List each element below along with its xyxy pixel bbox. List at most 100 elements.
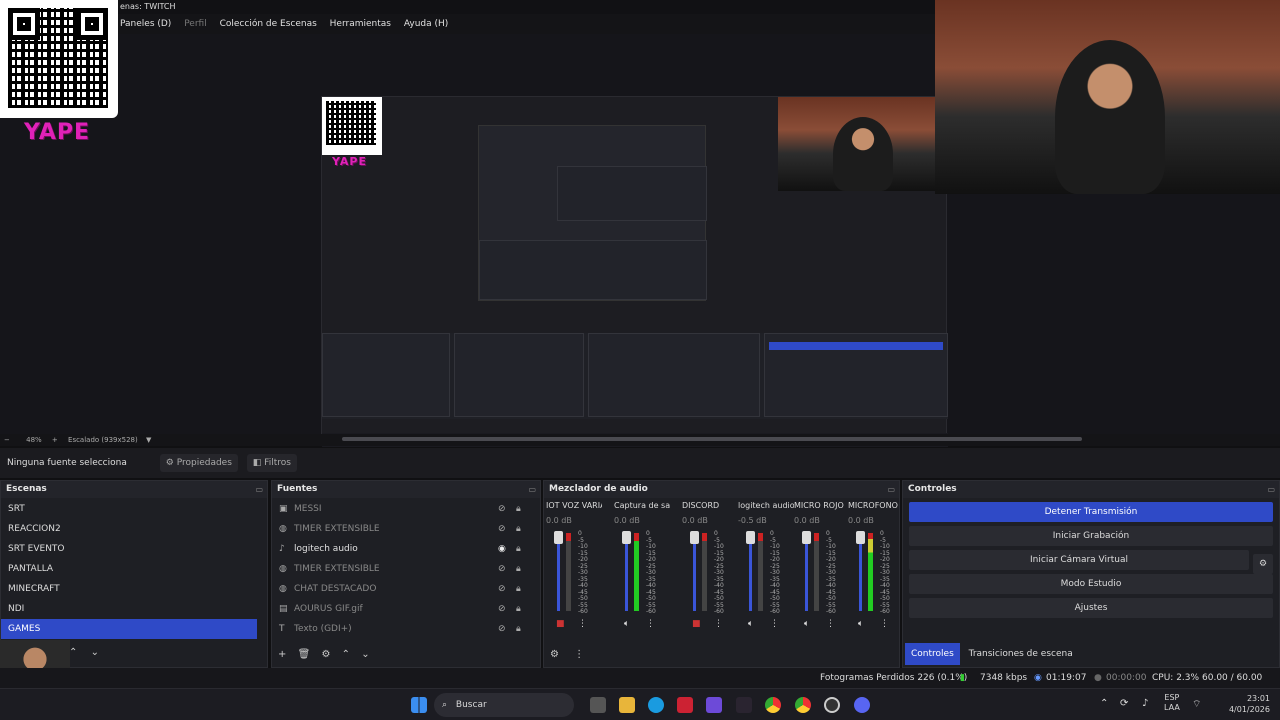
- scene-item[interactable]: SRT: [1, 499, 257, 519]
- app-icon[interactable]: [706, 697, 722, 713]
- speaker-icon[interactable]: 🔈︎: [804, 619, 809, 629]
- eye-off-icon[interactable]: ⊘: [498, 619, 506, 639]
- move-up-icon[interactable]: ⌃: [69, 647, 77, 658]
- settings-button[interactable]: Ajustes: [909, 598, 1273, 618]
- stop-stream-button[interactable]: Detener Transmisión: [909, 502, 1273, 522]
- edge-icon[interactable]: [648, 697, 664, 713]
- slider-knob[interactable]: [622, 531, 631, 544]
- chevron-down-icon[interactable]: ▼: [146, 436, 151, 444]
- menu-profile[interactable]: Perfil: [184, 19, 207, 29]
- windows-start-icon[interactable]: [411, 697, 427, 713]
- more-icon[interactable]: ⋮: [578, 619, 587, 629]
- wifi-icon[interactable]: ⌔: [1192, 698, 1201, 711]
- more-icon[interactable]: ⋮: [770, 619, 779, 629]
- network-icon[interactable]: ⟳: [1120, 698, 1128, 709]
- speaker-icon[interactable]: 🔈︎: [748, 619, 753, 629]
- move-down-icon[interactable]: ⌄: [91, 647, 99, 658]
- slider-knob[interactable]: [856, 531, 865, 544]
- preview-canvas[interactable]: YAPE YAPE ➤: [0, 0, 1280, 447]
- source-item[interactable]: ◍ TIMER EXTENSIBLE ⊘ 🔒︎: [272, 559, 540, 579]
- chrome-icon[interactable]: [765, 697, 781, 713]
- chrome-icon[interactable]: [795, 697, 811, 713]
- scene-item[interactable]: REACCION2: [1, 519, 257, 539]
- mic-icon[interactable]: ♪: [1142, 698, 1148, 709]
- menu-tools[interactable]: Herramientas: [330, 19, 391, 29]
- mute-icon[interactable]: ■: [692, 619, 701, 629]
- eye-off-icon[interactable]: ⊘: [498, 519, 506, 539]
- chevron-up-icon[interactable]: ⌃: [1100, 698, 1108, 709]
- filters-button[interactable]: ◧ Filtros: [246, 454, 297, 472]
- lock-icon[interactable]: 🔒︎: [516, 619, 521, 639]
- trash-icon[interactable]: 🗑︎: [298, 649, 311, 660]
- eye-icon[interactable]: ◉: [498, 539, 506, 559]
- slider-knob[interactable]: [554, 531, 563, 544]
- source-item[interactable]: ◍ CHAT DESTACADO ⊘ 🔒︎: [272, 579, 540, 599]
- taskbar-search[interactable]: ⌕ Buscar: [434, 693, 574, 717]
- menu-panels[interactable]: Paneles (D): [120, 19, 171, 29]
- clock[interactable]: 23:01 4/01/2026: [1210, 693, 1270, 715]
- more-icon[interactable]: ⋮: [714, 619, 723, 629]
- discord-icon[interactable]: [854, 697, 870, 713]
- dock-menu-icon[interactable]: ▭: [528, 481, 536, 498]
- advanced-audio-icon[interactable]: ⚙: [550, 649, 559, 660]
- app-icon[interactable]: [677, 697, 693, 713]
- scene-item-selected[interactable]: GAMES: [1, 619, 257, 639]
- source-item[interactable]: ♪ logitech audio ◉ 🔒︎: [272, 539, 540, 559]
- dock-menu-icon[interactable]: ▭: [255, 481, 263, 498]
- more-icon[interactable]: ⋮: [826, 619, 835, 629]
- dock-menu-icon[interactable]: ▭: [1267, 481, 1275, 498]
- stream-icon: ◉: [1034, 673, 1042, 683]
- language-indicator[interactable]: ESP LAA: [1164, 693, 1180, 713]
- preview-scrollbar[interactable]: [342, 437, 1082, 441]
- menu-scene-collection[interactable]: Colección de Escenas: [220, 19, 317, 29]
- eye-off-icon[interactable]: ⊘: [498, 559, 506, 579]
- start-recording-button[interactable]: Iniciar Grabación: [909, 526, 1273, 546]
- file-explorer-icon[interactable]: [619, 697, 635, 713]
- gear-icon[interactable]: ⚙: [1253, 554, 1273, 574]
- slider-knob[interactable]: [746, 531, 755, 544]
- lock-icon[interactable]: 🔒︎: [516, 599, 521, 619]
- move-up-icon[interactable]: ⌃: [342, 649, 350, 660]
- scene-item[interactable]: MINECRAFT: [1, 579, 257, 599]
- slider-knob[interactable]: [802, 531, 811, 544]
- add-icon[interactable]: +: [278, 649, 286, 660]
- lock-icon[interactable]: 🔒︎: [516, 579, 521, 599]
- window-title: enas: TWITCH: [120, 2, 176, 11]
- source-item[interactable]: T Texto (GDI+) ⊘ 🔒︎: [272, 619, 540, 639]
- zoom-in-icon[interactable]: +: [52, 436, 58, 444]
- scene-item[interactable]: SRT EVENTO: [1, 539, 257, 559]
- source-item[interactable]: ▤ AOURUS GIF.gif ⊘ 🔒︎: [272, 599, 540, 619]
- lock-icon[interactable]: 🔒︎: [516, 559, 521, 579]
- speaker-icon[interactable]: 🔈︎: [624, 619, 629, 629]
- sources-title: Fuentes: [277, 484, 318, 494]
- gear-icon[interactable]: ⚙: [321, 649, 330, 660]
- lock-icon[interactable]: 🔒︎: [516, 499, 521, 519]
- lock-icon[interactable]: 🔒︎: [516, 519, 521, 539]
- source-item[interactable]: ◍ TIMER EXTENSIBLE ⊘ 🔒︎: [272, 519, 540, 539]
- properties-button[interactable]: ⚙ Propiedades: [159, 454, 238, 472]
- more-icon[interactable]: ⋮: [880, 619, 889, 629]
- slider-knob[interactable]: [690, 531, 699, 544]
- lock-icon[interactable]: 🔒︎: [516, 539, 521, 559]
- move-down-icon[interactable]: ⌄: [361, 649, 369, 660]
- more-icon[interactable]: ⋮: [574, 649, 584, 660]
- eye-off-icon[interactable]: ⊘: [498, 579, 506, 599]
- start-virtual-camera-button[interactable]: Iniciar Cámara Virtual: [909, 550, 1249, 570]
- obs-icon[interactable]: [824, 697, 840, 713]
- menu-help[interactable]: Ayuda (H): [404, 19, 448, 29]
- tab-scene-transitions[interactable]: Transiciones de escena: [963, 643, 1079, 665]
- scene-item[interactable]: PANTALLA: [1, 559, 257, 579]
- zoom-out-icon[interactable]: −: [4, 436, 10, 444]
- mute-icon[interactable]: ■: [556, 619, 565, 629]
- more-icon[interactable]: ⋮: [646, 619, 655, 629]
- app-icon[interactable]: [736, 697, 752, 713]
- speaker-icon[interactable]: 🔈︎: [858, 619, 863, 629]
- eye-off-icon[interactable]: ⊘: [498, 499, 506, 519]
- studio-mode-button[interactable]: Modo Estudio: [909, 574, 1273, 594]
- tab-controls[interactable]: Controles: [905, 643, 960, 665]
- eye-off-icon[interactable]: ⊘: [498, 599, 506, 619]
- dock-menu-icon[interactable]: ▭: [887, 481, 895, 498]
- source-item[interactable]: ▣ MESSI ⊘ 🔒︎: [272, 499, 540, 519]
- task-view-icon[interactable]: [590, 697, 606, 713]
- scene-item[interactable]: NDI: [1, 599, 257, 619]
